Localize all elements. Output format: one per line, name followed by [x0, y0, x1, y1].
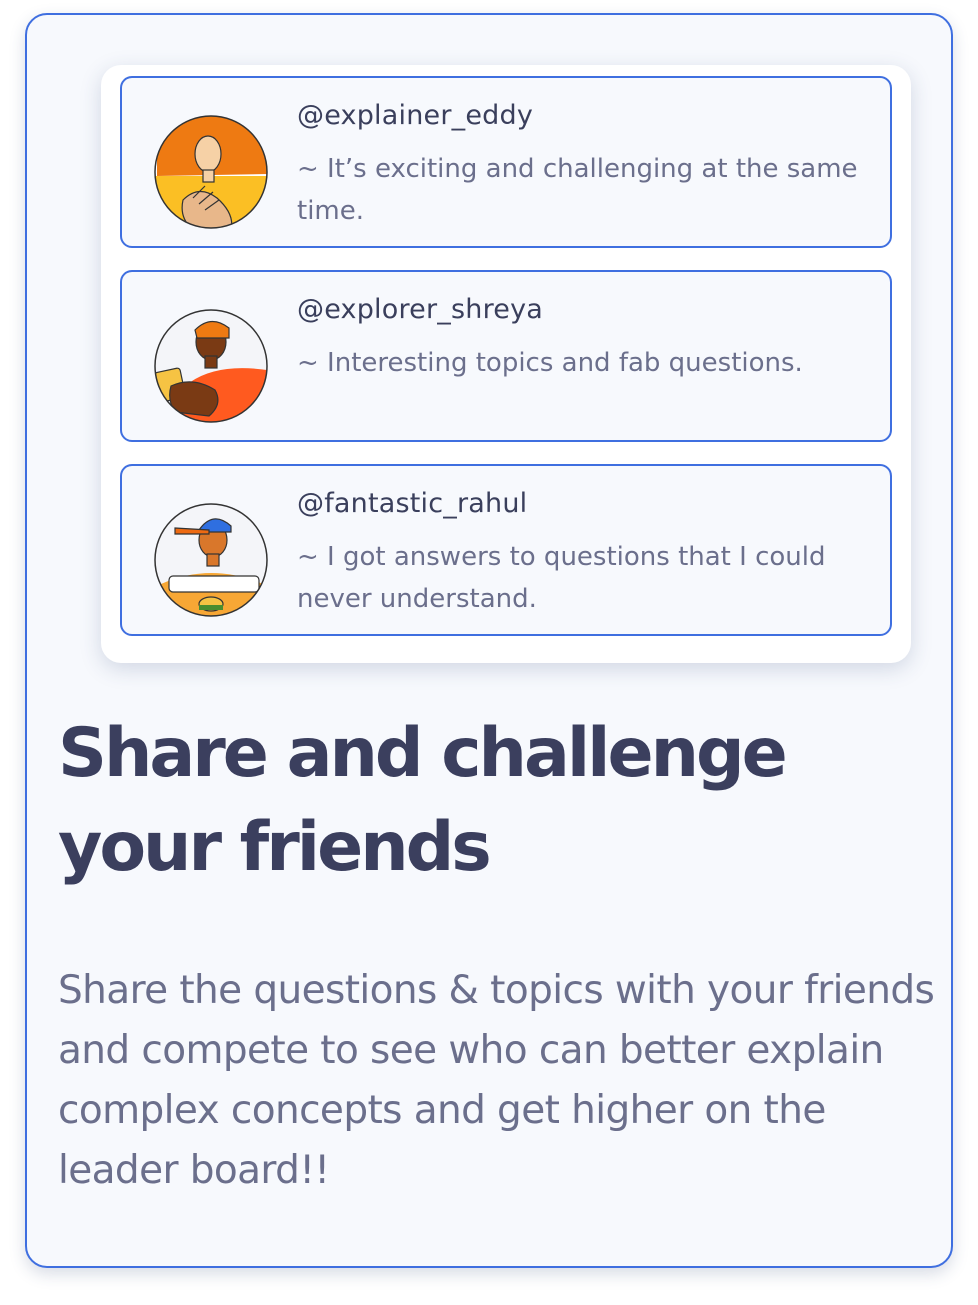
review-quote: ~ I got answers to questions that I coul…: [297, 542, 826, 614]
review-quote: ~ Interesting topics and fab questions.: [297, 348, 803, 378]
review-handle: @explainer_eddy: [297, 100, 533, 131]
testimonial-card: @explorer_shreya ~ Interesting topics an…: [120, 270, 892, 442]
feature-card: @explainer_eddy ~ It’s exciting and chal…: [25, 13, 953, 1268]
avatar: [153, 308, 269, 424]
testimonials-panel: @explainer_eddy ~ It’s exciting and chal…: [101, 65, 911, 663]
man-with-cap-burger-avatar-icon: [154, 503, 268, 617]
review-handle: @fantastic_rahul: [297, 488, 528, 519]
review-quote: ~ It’s exciting and challenging at the s…: [297, 154, 858, 226]
review-handle: @explorer_shreya: [297, 294, 544, 325]
section-description: Share the questions & topics with your f…: [58, 968, 935, 1193]
avatar: [153, 502, 269, 618]
section-heading: Share and challenge your friends: [58, 714, 788, 887]
testimonial-card: @fantastic_rahul ~ I got answers to ques…: [120, 464, 892, 636]
woman-orange-hair-avatar-icon: [154, 115, 268, 229]
avatar: [153, 114, 269, 230]
person-waving-avatar-icon: [154, 309, 268, 423]
testimonial-card: @explainer_eddy ~ It’s exciting and chal…: [120, 76, 892, 248]
